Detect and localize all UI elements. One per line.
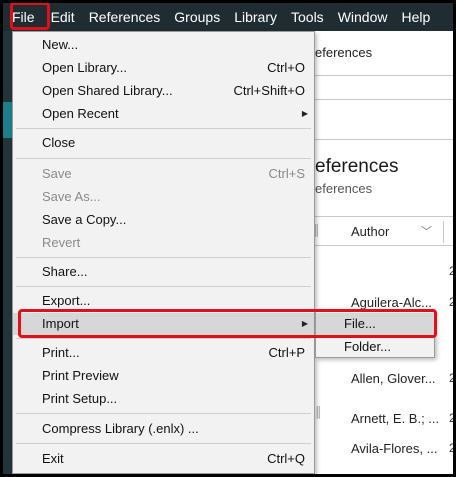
menu-item-open-recent[interactable]: Open Recent ▶ (13, 103, 314, 125)
menu-item-print-preview[interactable]: Print Preview (13, 365, 314, 387)
menu-item-label: Folder... (344, 339, 391, 354)
menu-item-label: Close (42, 135, 76, 150)
shortcut-label: Ctrl+Shift+O (233, 83, 305, 98)
menu-item-open-shared-library[interactable]: Open Shared Library... Ctrl+Shift+O (13, 80, 314, 102)
menu-groups[interactable]: Groups (167, 3, 227, 31)
row-cell: 2 (449, 295, 456, 309)
menu-item-label: Save As... (42, 189, 101, 204)
menu-item-label: Revert (42, 235, 81, 250)
author-cell: Arnett, E. B.; ... (351, 411, 440, 426)
menu-item-label: Exit (42, 451, 64, 466)
row-cell: 2 (449, 371, 456, 385)
menu-item-label: Share... (42, 264, 88, 279)
menu-item-label: Print Preview (42, 368, 119, 383)
menu-separator (16, 443, 311, 444)
menu-item-label: Export... (42, 293, 91, 308)
menu-item-label: Import (42, 316, 79, 331)
menu-separator (16, 128, 311, 129)
panel-tab-label: eferences (315, 45, 373, 60)
menu-item-label: Open Shared Library... (42, 83, 173, 98)
menu-item-label: Save (42, 166, 72, 181)
menu-separator (16, 413, 311, 414)
menu-tools[interactable]: Tools (284, 3, 331, 31)
menu-item-new[interactable]: New... (13, 34, 314, 56)
column-author[interactable]: Author (351, 224, 389, 239)
sidebar-strip (3, 31, 12, 474)
menu-item-open-library[interactable]: Open Library... Ctrl+O (13, 57, 314, 79)
author-cell: Avila-Flores, ... (351, 441, 438, 456)
submenu-arrow-icon: ▶ (301, 109, 308, 118)
menu-help[interactable]: Help (394, 3, 437, 31)
author-cell: Aguilera-Alc... (351, 295, 432, 310)
sidebar-selected-indicator (3, 102, 12, 138)
menu-library[interactable]: Library (227, 3, 284, 31)
menu-item-label: New... (42, 37, 79, 52)
menu-item-import[interactable]: Import ▶ (13, 313, 314, 335)
group-subtitle: eferences (315, 181, 373, 196)
menu-separator (16, 338, 311, 339)
attachment-icon: ∥ (315, 404, 322, 419)
menu-item-share[interactable]: Share... (13, 261, 314, 283)
menu-item-label: Open Library... (42, 60, 128, 75)
submenu-arrow-icon: ▶ (301, 319, 308, 328)
menu-item-revert[interactable]: Revert (13, 232, 314, 254)
submenu-item-file[interactable]: File... (316, 313, 434, 335)
menu-item-label: Compress Library (.enlx) ... (42, 421, 199, 436)
menu-item-save[interactable]: Save Ctrl+S (13, 163, 314, 185)
shortcut-label: Ctrl+P (268, 345, 305, 360)
file-menu: New... Open Library... Ctrl+O Open Shared… (12, 31, 315, 474)
menu-item-compress-library[interactable]: Compress Library (.enlx) ... (13, 418, 314, 440)
row-cell: 2 (449, 441, 456, 455)
menu-item-label: Print... (42, 345, 80, 360)
row-cell: 2 (449, 264, 456, 278)
menu-item-save-a-copy[interactable]: Save a Copy... (13, 209, 314, 231)
column-divider[interactable] (443, 221, 444, 243)
menu-item-label: Open Recent (42, 106, 119, 121)
menu-item-label: File... (344, 316, 376, 331)
import-submenu: File... Folder... (315, 310, 435, 358)
menu-separator (16, 286, 311, 287)
menu-item-print[interactable]: Print... Ctrl+P (13, 342, 314, 364)
menu-separator (16, 158, 311, 159)
menu-item-print-setup[interactable]: Print Setup... (13, 388, 314, 410)
menu-item-label: Save a Copy... (42, 212, 127, 227)
menu-item-save-as[interactable]: Save As... (13, 186, 314, 208)
menu-edit[interactable]: Edit (44, 3, 82, 31)
author-cell: Allen, Glover... (351, 371, 436, 386)
menu-item-close[interactable]: Close (13, 132, 314, 154)
row-cell: 2 (449, 411, 456, 425)
menu-references[interactable]: References (82, 3, 168, 31)
group-title: eferences (315, 156, 399, 177)
submenu-item-folder[interactable]: Folder... (316, 336, 434, 358)
menu-item-export[interactable]: Export... (13, 290, 314, 312)
menu-file[interactable]: File (3, 3, 44, 31)
shortcut-label: Ctrl+S (268, 166, 305, 181)
shortcut-label: Ctrl+O (267, 60, 305, 75)
chevron-down-icon[interactable]: ﹀ (421, 223, 432, 239)
menu-separator (16, 257, 311, 258)
shortcut-label: Ctrl+Q (267, 451, 305, 466)
menu-bar: File Edit References Groups Library Tool… (3, 3, 453, 31)
menu-item-label: Print Setup... (42, 391, 118, 406)
menu-window[interactable]: Window (331, 3, 395, 31)
menu-item-exit[interactable]: Exit Ctrl+Q (13, 448, 314, 470)
